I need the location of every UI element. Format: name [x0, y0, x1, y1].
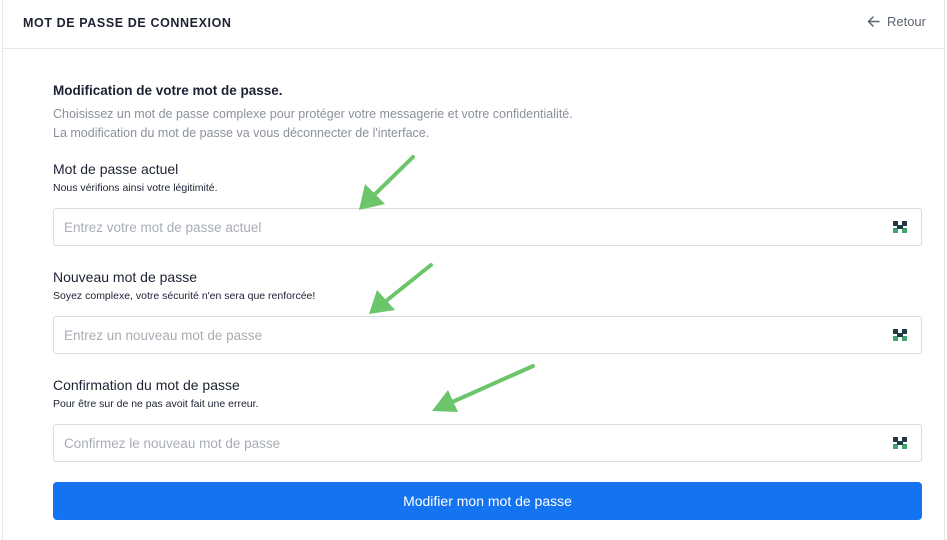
- new-password-field: [53, 316, 922, 354]
- password-key-icon[interactable]: [893, 437, 907, 449]
- new-password-label: Nouveau mot de passe: [53, 269, 197, 285]
- current-password-hint: Nous vérifions ainsi votre légitimité.: [53, 182, 218, 194]
- password-key-icon[interactable]: [893, 221, 907, 233]
- current-password-group: Mot de passe actuel Nous vérifions ainsi…: [53, 160, 922, 195]
- password-settings-panel: MOT DE PASSE DE CONNEXION Retour Modific…: [2, 0, 945, 540]
- page-title: MOT DE PASSE DE CONNEXION: [23, 16, 232, 30]
- current-password-field: [53, 208, 922, 246]
- current-password-input[interactable]: [54, 209, 874, 245]
- back-button[interactable]: Retour: [867, 14, 926, 29]
- confirm-password-input[interactable]: [54, 425, 874, 461]
- section-title: Modification de votre mot de passe.: [53, 83, 283, 98]
- password-form: Modification de votre mot de passe. Choi…: [53, 82, 922, 520]
- new-password-group: Nouveau mot de passe Soyez complexe, vot…: [53, 268, 922, 303]
- password-key-icon[interactable]: [893, 329, 907, 341]
- submit-button[interactable]: Modifier mon mot de passe: [53, 482, 922, 520]
- back-label: Retour: [886, 14, 926, 29]
- new-password-input[interactable]: [54, 317, 874, 353]
- confirm-password-hint: Pour être sur de ne pas avoit fait une e…: [53, 398, 259, 410]
- panel-header: MOT DE PASSE DE CONNEXION Retour: [3, 0, 944, 49]
- confirm-password-group: Confirmation du mot de passe Pour être s…: [53, 376, 922, 411]
- confirm-password-label: Confirmation du mot de passe: [53, 377, 240, 393]
- confirm-password-field: [53, 424, 922, 462]
- description-line: La modification du mot de passe va vous …: [53, 125, 430, 140]
- arrow-left-icon: [867, 16, 880, 27]
- new-password-hint: Soyez complexe, votre sécurité n'en sera…: [53, 290, 316, 302]
- current-password-label: Mot de passe actuel: [53, 161, 179, 177]
- description-line: Choisissez un mot de passe complexe pour…: [53, 107, 573, 121]
- section-description: Choisissez un mot de passe complexe pour…: [53, 105, 922, 142]
